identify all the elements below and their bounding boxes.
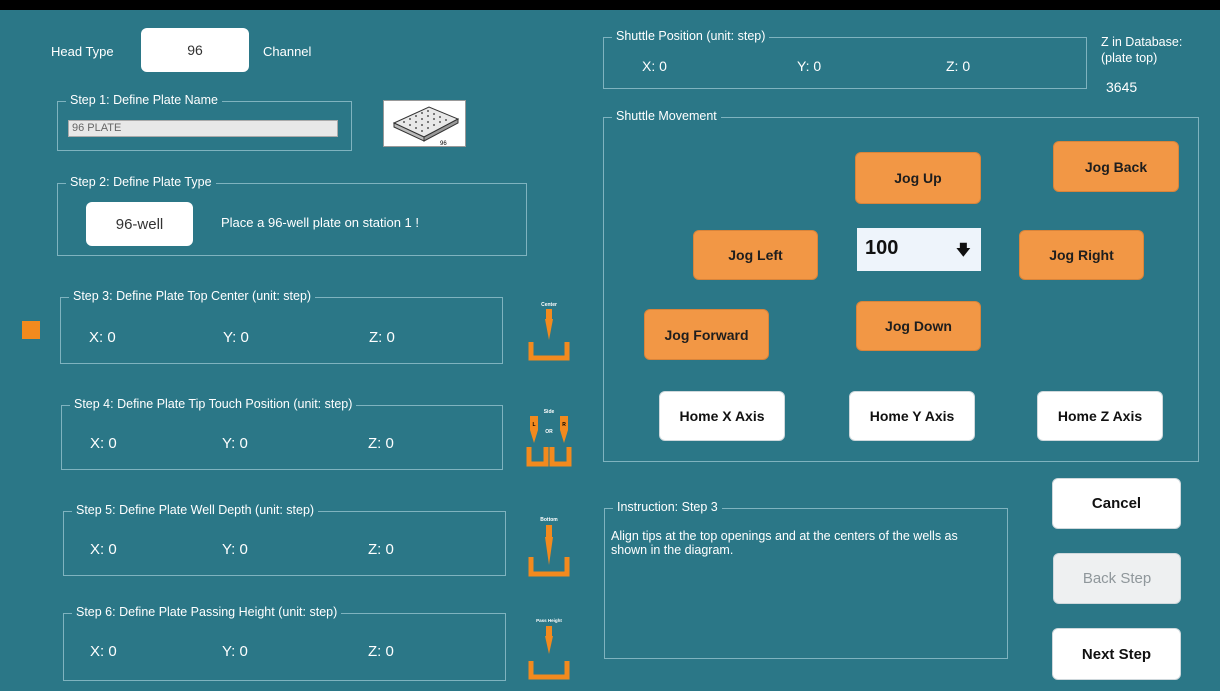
step3-panel: Step 3: Define Plate Top Center (unit: s… [60,289,503,364]
side-diagram-or: OR [545,429,553,435]
step6-panel: Step 6: Define Plate Passing Height (uni… [63,605,506,681]
side-diagram-icon: Side L R OR [526,403,572,469]
step4-title: Step 4: Define Plate Tip Touch Position … [70,397,357,411]
step3-x: X: 0 [89,329,116,346]
shuttle-x: X: 0 [642,58,667,74]
step4-y: Y: 0 [222,435,248,452]
home-z-button[interactable]: Home Z Axis [1037,391,1163,441]
z-database-value: 3645 [1106,79,1138,95]
step5-y: Y: 0 [222,541,248,558]
side-diagram-left: L [532,422,535,428]
current-step-indicator [22,321,40,339]
jog-step-select[interactable]: 100 🡇 [857,228,981,271]
head-type-field[interactable]: 96 [141,28,249,72]
step6-x: X: 0 [90,643,117,660]
step3-y: Y: 0 [223,329,249,346]
head-type-label: Head Type [51,44,114,59]
shuttle-y: Y: 0 [797,58,822,74]
home-x-button[interactable]: Home X Axis [659,391,785,441]
step3-title: Step 3: Define Plate Top Center (unit: s… [69,289,316,303]
step2-title: Step 2: Define Plate Type [66,175,216,189]
step5-z: Z: 0 [368,541,394,558]
step5-panel: Step 5: Define Plate Well Depth (unit: s… [63,503,506,576]
jog-back-button[interactable]: Jog Back [1053,141,1179,192]
shuttle-movement-title: Shuttle Movement [612,109,721,123]
shuttle-position-panel: Shuttle Position (unit: step) X: 0 Y: 0 … [603,29,1087,89]
instruction-title: Instruction: Step 3 [613,500,722,514]
pass-height-diagram-label: Pass Height [536,618,562,623]
jog-down-button[interactable]: Jog Down [856,301,981,351]
step4-x: X: 0 [90,435,117,452]
step6-z: Z: 0 [368,643,394,660]
window-top-border [0,0,1220,10]
instruction-panel: Instruction: Step 3 Align tips at the to… [604,500,1008,659]
step1-panel: Step 1: Define Plate Name 96 PLATE [57,93,352,151]
jog-step-value: 100 [865,237,899,259]
step6-y: Y: 0 [222,643,248,660]
shuttle-position-title: Shuttle Position (unit: step) [612,29,770,43]
jog-up-button[interactable]: Jog Up [855,152,981,204]
step4-z: Z: 0 [368,435,394,452]
cancel-button[interactable]: Cancel [1052,478,1181,529]
step4-panel: Step 4: Define Plate Tip Touch Position … [61,397,503,470]
z-database-sublabel: (plate top) [1101,51,1158,65]
back-step-button[interactable]: Back Step [1053,553,1181,604]
jog-forward-button[interactable]: Jog Forward [644,309,769,360]
plate-image: 96 [383,100,466,147]
step3-z: Z: 0 [369,329,395,346]
plate-image-label: 96 [440,141,447,147]
pass-height-diagram-icon: Pass Height [527,614,571,680]
bottom-diagram-label: Bottom [540,517,558,523]
step1-title: Step 1: Define Plate Name [66,93,222,107]
step5-title: Step 5: Define Plate Well Depth (unit: s… [72,503,319,517]
z-database-label: Z in Database: [1101,35,1183,49]
step5-x: X: 0 [90,541,117,558]
jog-left-button[interactable]: Jog Left [693,230,818,280]
side-diagram-right: R [562,422,566,428]
center-diagram-icon: Center [527,296,571,364]
next-step-button[interactable]: Next Step [1052,628,1181,680]
dropdown-arrow-icon[interactable]: 🡇 [956,240,971,265]
plate-type-button[interactable]: 96-well [86,202,193,246]
side-diagram-label: Side [544,409,555,415]
plate-name-input[interactable]: 96 PLATE [68,120,338,137]
step2-panel: Step 2: Define Plate Type 96-well Place … [57,175,527,256]
plate-type-message: Place a 96-well plate on station 1 ! [221,215,420,230]
bottom-diagram-icon: Bottom [527,513,571,579]
home-y-button[interactable]: Home Y Axis [849,391,975,441]
head-type-unit: Channel [263,44,312,59]
step6-title: Step 6: Define Plate Passing Height (uni… [72,605,342,619]
jog-right-button[interactable]: Jog Right [1019,230,1144,280]
instruction-text: Align tips at the top openings and at th… [611,529,958,557]
shuttle-z: Z: 0 [946,58,971,74]
center-diagram-label: Center [541,302,557,308]
